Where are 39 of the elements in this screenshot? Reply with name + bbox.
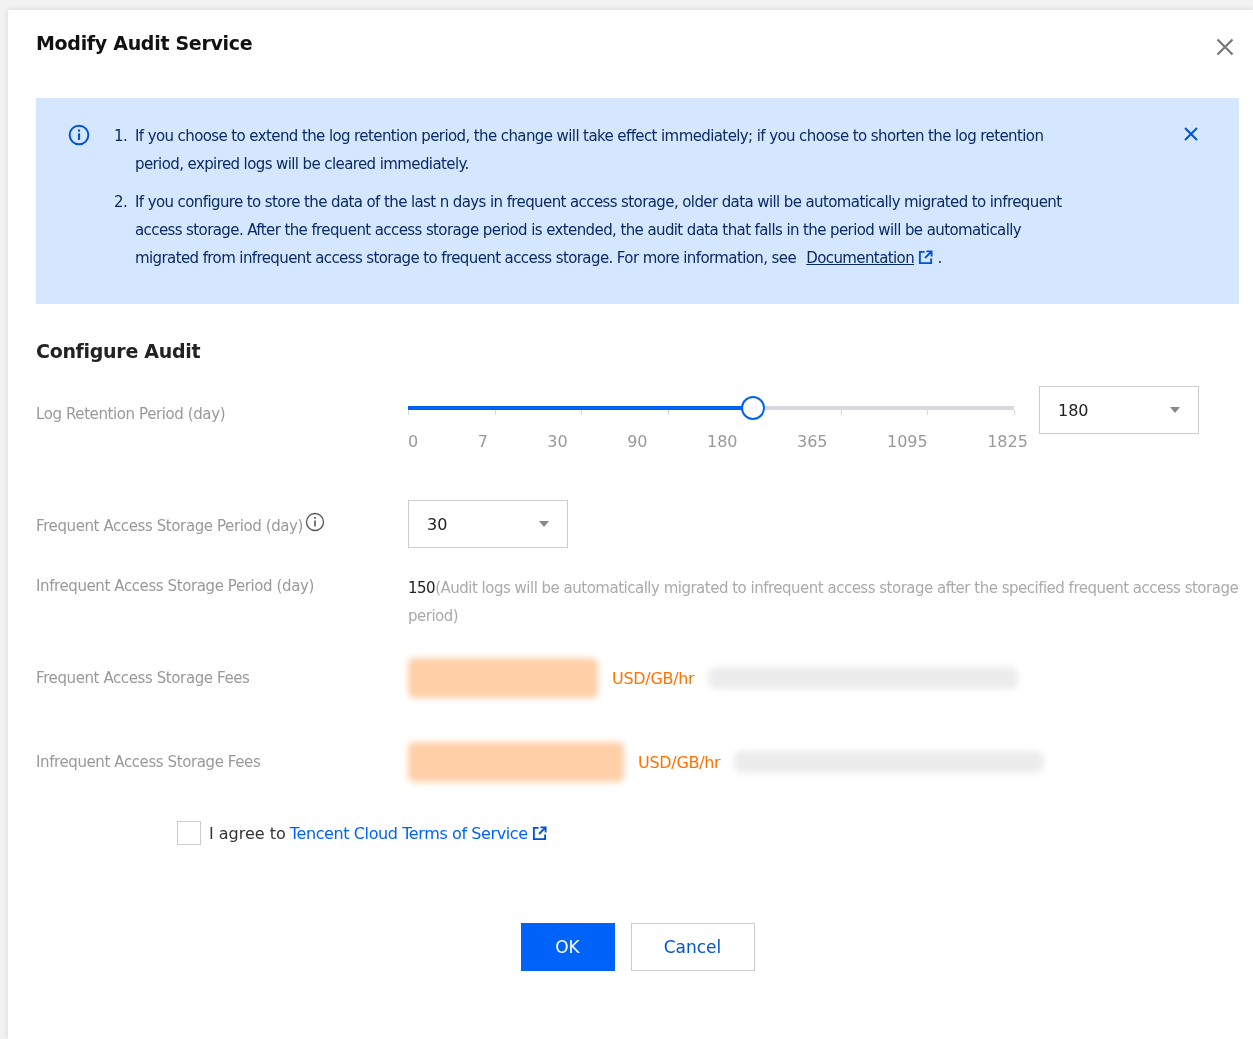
documentation-link[interactable]: Documentation bbox=[806, 249, 934, 267]
tick-label: 7 bbox=[477, 432, 488, 451]
list-number: 1. bbox=[114, 126, 129, 147]
terms-link[interactable]: Tencent Cloud Terms of Service bbox=[289, 823, 548, 843]
tick-label: 365 bbox=[797, 432, 828, 451]
notice-text: If you choose to extend the log retention period, the change will take effect immediately; if you choose to shorten the log retention period, expired logs will be cleared immediately. bbox=[135, 126, 1045, 175]
field-label: Infrequent Access Storage Period (day) bbox=[36, 576, 314, 597]
tick-label: 180 bbox=[706, 432, 738, 451]
dropdown[interactable]: 30 bbox=[408, 500, 568, 548]
tick-label: 90 bbox=[627, 432, 648, 451]
tick-label: 30 bbox=[547, 432, 568, 451]
section-title: Configure Audit bbox=[36, 340, 202, 362]
tick-label: 1825 bbox=[987, 432, 1028, 451]
tick-label: 1095 bbox=[887, 432, 928, 451]
caret-icon bbox=[1170, 407, 1180, 413]
close-icon[interactable] bbox=[1215, 37, 1235, 57]
field-label: Log Retention Period (day) bbox=[36, 404, 226, 425]
notice-text: If you configure to store the data of the last n days in frequent access storage, older data will be automatically migrated to infrequent access storage. After the frequent access storage period is extended, the audit data that falls in the period will be automatically migrated from infrequent access storage to frequent access storage. For more information, see Documentation . bbox=[135, 192, 1063, 269]
info-icon bbox=[68, 124, 90, 146]
slider-thumb[interactable] bbox=[741, 396, 765, 420]
field-label: Infrequent Access Storage Fees bbox=[36, 752, 261, 773]
cancel-button[interactable]: Cancel bbox=[630, 923, 755, 971]
close-icon[interactable] bbox=[1183, 126, 1199, 142]
external-link-icon[interactable] bbox=[918, 250, 934, 265]
dropdown[interactable]: 180 bbox=[1039, 386, 1199, 434]
dialog-title: Modify Audit Service bbox=[36, 32, 253, 54]
external-link-icon[interactable] bbox=[532, 825, 548, 841]
agreement-text: I agree to bbox=[209, 823, 286, 843]
price-unit: USD/GB/hr bbox=[612, 668, 695, 688]
tick-label: 0 bbox=[408, 432, 419, 451]
field-value: 150(Audit logs will be automatically migrated to infrequent access storage after the specified frequent access storage period) bbox=[408, 578, 1239, 627]
checkbox[interactable] bbox=[177, 821, 201, 845]
ok-button[interactable]: OK bbox=[520, 923, 615, 971]
list-number: 2. bbox=[114, 192, 129, 213]
slider-track[interactable] bbox=[408, 406, 1014, 410]
caret-icon bbox=[539, 521, 549, 527]
field-label: Frequent Access Storage Period (day) bbox=[36, 515, 304, 537]
price-unit: USD/GB/hr bbox=[638, 752, 721, 772]
field-label: Frequent Access Storage Fees bbox=[36, 668, 250, 689]
